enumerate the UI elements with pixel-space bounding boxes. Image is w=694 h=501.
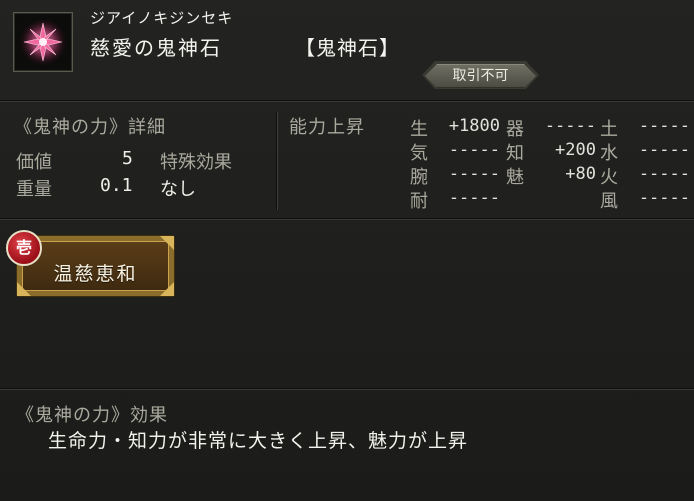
price-label: 価値 — [16, 152, 52, 173]
stat-value: ----- — [638, 188, 690, 208]
divider-top — [0, 100, 694, 102]
stat-key: 水 — [600, 143, 618, 164]
ability-title: 能力上昇 — [289, 117, 365, 138]
skill-label: 温慈恵和 — [53, 263, 138, 285]
stat-value: ----- — [638, 164, 690, 184]
stat-key: 器 — [506, 119, 524, 140]
special-effect-value: なし — [160, 179, 196, 200]
item-detail-panel: ジアイノキジンセキ 慈愛の鬼神石 【鬼神石】 取引不可 《鬼神の力》詳細 価値 … — [0, 0, 694, 501]
stat-value: +80 — [565, 164, 596, 184]
divider-bottom — [0, 388, 694, 390]
weight-label: 重量 — [16, 179, 52, 200]
stat-key: 腕 — [410, 167, 428, 188]
details-title: 《鬼神の力》詳細 — [14, 117, 166, 138]
stat-key: 風 — [600, 191, 618, 212]
stat-value: ----- — [638, 116, 690, 136]
item-type: 【鬼神石】 — [295, 36, 400, 60]
skill-number-badge: 壱 — [6, 230, 42, 266]
stat-key: 生 — [410, 119, 428, 140]
stat-key: 土 — [600, 119, 618, 140]
effect-title: 《鬼神の力》効果 — [16, 405, 168, 426]
stat-key: 知 — [506, 143, 524, 164]
skill-button-face: 温慈恵和 — [22, 241, 169, 291]
stat-value: ----- — [638, 140, 690, 160]
divider-middle — [0, 218, 694, 220]
stat-value: +200 — [555, 140, 596, 160]
item-icon — [13, 12, 73, 72]
item-name: 慈愛の鬼神石 — [90, 36, 222, 60]
effect-description: 生命力・知力が非常に大きく上昇、魅力が上昇 — [48, 430, 469, 452]
stat-key: 火 — [600, 167, 618, 188]
trade-status-badge: 取引不可 — [425, 64, 536, 88]
special-effect-label: 特殊効果 — [160, 152, 232, 173]
item-furigana: ジアイノキジンセキ — [90, 9, 234, 27]
stat-key: 耐 — [410, 191, 428, 212]
stat-key: 魅 — [506, 167, 524, 188]
stat-key: 気 — [410, 143, 428, 164]
pink-crystal-flower-icon — [19, 18, 67, 66]
divider-vertical — [276, 112, 278, 210]
price-value: 5 — [122, 148, 133, 169]
stat-value: ----- — [448, 188, 500, 208]
stat-value: ----- — [448, 164, 500, 184]
stat-value: ----- — [544, 116, 596, 136]
stat-value: ----- — [448, 140, 500, 160]
stat-value: +1800 — [448, 116, 500, 136]
weight-value: 0.1 — [100, 175, 133, 196]
